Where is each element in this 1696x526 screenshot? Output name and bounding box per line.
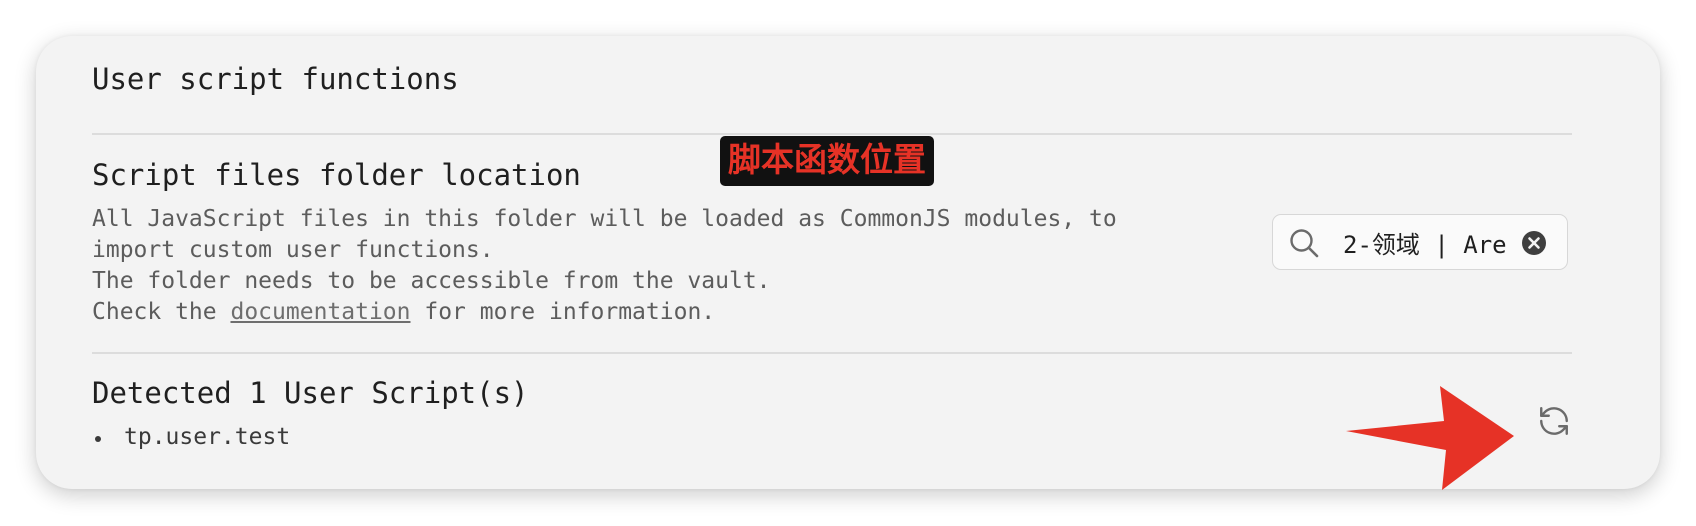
description-line: All JavaScript files in this folder will… xyxy=(92,206,1117,232)
red-arrow-annotation xyxy=(1346,386,1514,490)
setting-name-folder-location: Script files folder location xyxy=(92,158,581,192)
description-line: The folder needs to be accessible from t… xyxy=(92,268,771,294)
folder-search-box[interactable] xyxy=(1272,214,1568,270)
description-line: import custom user functions. xyxy=(92,237,494,263)
info-prefix: Check the xyxy=(92,299,231,325)
info-suffix: for more information. xyxy=(410,299,716,325)
list-item: tp.user.test xyxy=(92,424,290,450)
divider xyxy=(92,352,1572,354)
refresh-button[interactable] xyxy=(1529,396,1579,446)
setting-name-detected-scripts: Detected 1 User Script(s) xyxy=(92,376,529,410)
clear-circle-icon[interactable] xyxy=(1521,230,1547,256)
description-line-info: Check the documentation for more informa… xyxy=(92,297,1232,328)
settings-panel: User script functions Script files folde… xyxy=(36,36,1660,490)
refresh-icon xyxy=(1540,407,1568,435)
user-script-list: tp.user.test xyxy=(92,424,290,450)
annotation-label: 脚本函数位置 xyxy=(720,136,934,186)
section-title: User script functions xyxy=(92,62,459,96)
setting-description: All JavaScript files in this folder will… xyxy=(92,204,1232,328)
folder-path-input[interactable] xyxy=(1343,224,1509,260)
divider xyxy=(92,133,1572,135)
documentation-link[interactable]: documentation xyxy=(230,299,410,325)
search-icon xyxy=(1290,229,1319,258)
